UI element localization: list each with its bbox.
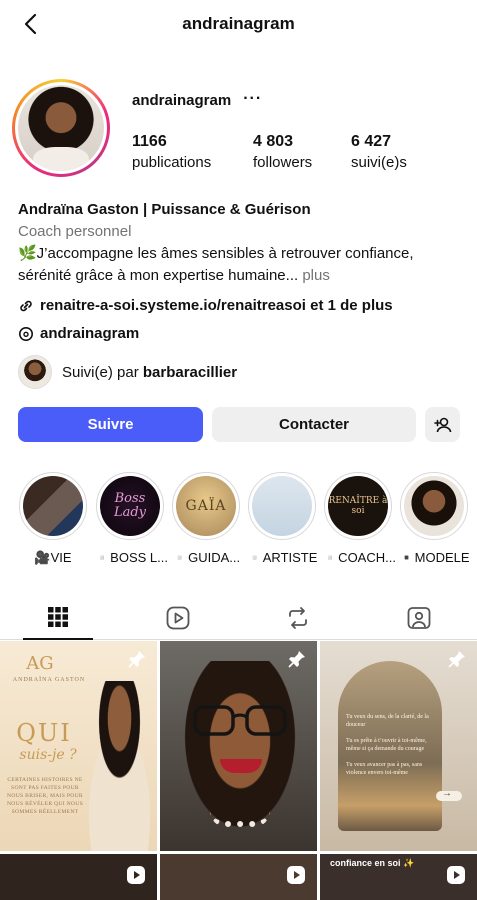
bio-text-block: 🌿J’accompagne les âmes sensibles à retro… (18, 243, 463, 287)
reel-icon (287, 866, 305, 884)
post-subtitle: suis-je ? (19, 747, 77, 763)
posts-grid: AG ANDRAÏNA GASTON QUI suis-je ? CERTAIN… (0, 641, 477, 900)
highlight-coach[interactable]: RENAÎTRE à soi ▫️COACH... (322, 472, 396, 566)
highlight-label: 🎥VIE (34, 550, 72, 565)
stat-value: 1166 (132, 133, 167, 150)
stat-label: suivi(e)s (351, 154, 407, 171)
username-row: andrainagram ··· (132, 90, 262, 109)
profile-avatar[interactable] (12, 79, 110, 177)
bio-category: Coach personnel (18, 223, 132, 240)
highlight-thumbnail: GAÏA (176, 476, 236, 536)
page-title: andrainagram (182, 14, 295, 33)
post-thumbnail[interactable] (0, 854, 157, 900)
avatar (18, 355, 52, 389)
add-user-icon (433, 417, 451, 432)
bio-more-link[interactable]: plus (302, 267, 330, 284)
top-bar: andrainagram (0, 0, 477, 50)
post-text-line: Tu es prête à t’ouvrir à toi-même, même … (346, 738, 427, 752)
stat-followers[interactable]: 4 803 followers (253, 133, 312, 171)
tagged-icon (407, 606, 431, 629)
post-caption: confiance en soi ✨ (330, 858, 415, 868)
followed-by-user: barbaracillier (142, 363, 238, 381)
highlight-modele[interactable]: ▪️MODELE (398, 472, 470, 566)
post-title: QUI (16, 719, 72, 747)
contact-button[interactable]: Contacter (212, 407, 416, 442)
highlight-artiste[interactable]: ▫️ARTISTE (246, 472, 318, 566)
post-text-line: Tu veux du sens, de la clarté, de la dou… (346, 714, 429, 728)
highlight-label: ▪️MODELE (398, 550, 470, 565)
followed-by-text: Suivi(e) par barbaracillier (62, 364, 237, 381)
highlight-thumbnail: RENAÎTRE à soi (328, 476, 388, 536)
profile-bio: Andraïna Gaston | Puissance & Guérison C… (18, 199, 463, 345)
tab-posts[interactable] (23, 595, 93, 640)
followed-by-prefix: Suivi(e) par (62, 363, 139, 381)
highlight-label: ▫️ARTISTE (246, 550, 318, 565)
post-thumbnail[interactable]: Tu veux du sens, de la clarté, de la dou… (320, 641, 477, 851)
stat-value: 6 427 (351, 133, 392, 150)
post-text: Tu veux du sens, de la clarté, de la dou… (346, 713, 436, 785)
profile-tabs (0, 595, 477, 640)
highlight-thumbnail (23, 476, 83, 536)
highlight-thumbnail (252, 476, 312, 536)
post-thumbnail[interactable] (160, 641, 317, 851)
post-graphic (210, 811, 270, 827)
post-text: CERTAINES HISTOIRES NE SONT PAS FAITES P… (6, 777, 84, 815)
highlight-label: ▫️GUIDA... (171, 550, 241, 565)
reel-icon (127, 866, 145, 884)
highlight-guida[interactable]: GAÏA ▫️GUIDA... (170, 472, 242, 566)
suggested-users-button[interactable] (425, 407, 460, 442)
profile-actions: Suivre Contacter (18, 407, 460, 442)
post-text-line: Tu veux avancer pas à pas, sans violence… (346, 762, 423, 776)
reel-icon (447, 866, 465, 884)
bio-link-text: renaitre-a-soi.systeme.io/renaitreasoi e… (40, 297, 393, 314)
link-icon (20, 300, 32, 312)
stat-label: followers (253, 154, 313, 171)
highlight-vie[interactable]: 🎥VIE (17, 472, 89, 566)
threads-icon (19, 327, 33, 341)
reels-icon (166, 606, 190, 629)
tab-tagged[interactable] (384, 595, 454, 640)
tab-reels[interactable] (143, 595, 213, 640)
post-thumbnail[interactable]: confiance en soi ✨ (320, 854, 477, 900)
threads-username: andrainagram (40, 325, 140, 342)
followed-by[interactable]: Suivi(e) par barbaracillier (18, 355, 237, 389)
post-graphic (193, 705, 287, 736)
highlight-thumbnail (404, 476, 464, 536)
threads-link[interactable]: andrainagram (18, 323, 463, 345)
post-thumbnail[interactable]: AG ANDRAÏNA GASTON QUI suis-je ? CERTAIN… (0, 641, 157, 851)
pinned-icon (288, 651, 305, 668)
post-thumbnail[interactable] (160, 854, 317, 900)
stat-label: publications (132, 154, 212, 171)
bio-text: 🌿J’accompagne les âmes sensibles à retro… (18, 245, 414, 284)
tab-reposts[interactable] (263, 595, 333, 640)
profile-stats: 1166 publications 4 803 followers 6 427 … (132, 133, 462, 173)
post-logo: AG (26, 653, 54, 674)
grid-icon (48, 606, 68, 627)
stat-following[interactable]: 6 427 suivi(e)s (351, 133, 407, 171)
highlight-thumbnail: Boss Lady (100, 476, 160, 536)
arrow-icon (436, 788, 462, 801)
bio-name: Andraïna Gaston | Puissance & Guérison (18, 201, 311, 218)
story-highlights: 🎥VIE Boss Lady ▫️BOSS L... GAÏA ▫️GUIDA.… (0, 472, 477, 572)
highlight-label: ▫️COACH... (322, 550, 396, 565)
follow-button[interactable]: Suivre (18, 407, 203, 442)
bio-link[interactable]: renaitre-a-soi.systeme.io/renaitreasoi e… (18, 295, 463, 317)
more-options-icon[interactable]: ··· (243, 90, 262, 108)
pinned-icon (128, 651, 145, 668)
profile-username: andrainagram (132, 92, 232, 109)
stat-value: 4 803 (253, 133, 294, 150)
highlight-label: ▫️BOSS L... (94, 550, 168, 565)
post-brand: ANDRAÏNA GASTON (12, 677, 86, 683)
pinned-icon (448, 651, 465, 668)
highlight-boss-lady[interactable]: Boss Lady ▫️BOSS L... (94, 472, 168, 566)
repost-icon (289, 606, 307, 629)
post-photo (72, 681, 157, 851)
stat-publications[interactable]: 1166 publications (132, 133, 211, 171)
